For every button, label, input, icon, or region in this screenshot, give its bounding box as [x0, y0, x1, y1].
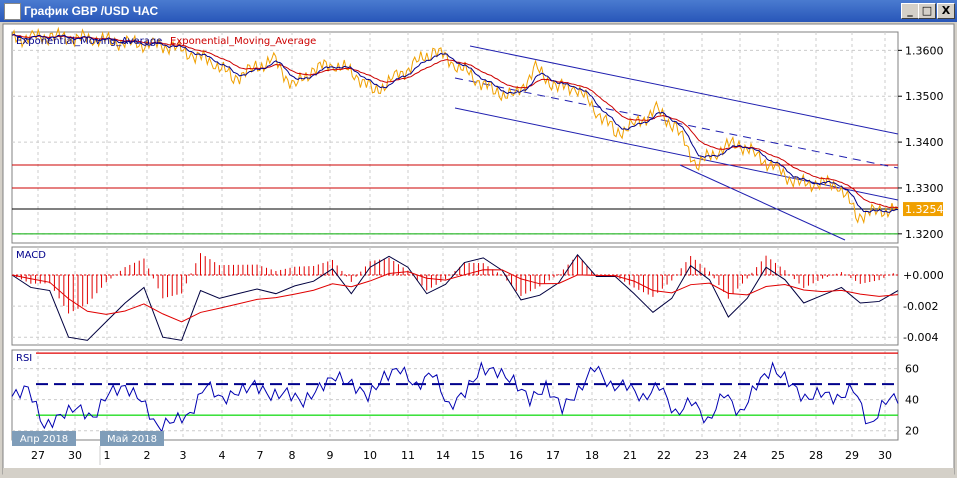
month-label: Апр 2018: [20, 434, 68, 445]
x-tick-label: 8: [289, 449, 296, 462]
price-tick-label: 1.3300: [905, 182, 944, 195]
x-tick-label: 11: [401, 449, 415, 462]
x-tick-label: 24: [733, 449, 747, 462]
price-tick-label: 1.3500: [905, 90, 944, 103]
month-label: Май 2018: [107, 434, 157, 445]
x-tick-label: 16: [509, 449, 523, 462]
x-tick-label: 15: [471, 449, 485, 462]
macd-label: MACD: [16, 250, 46, 261]
x-tick-label: 1: [104, 449, 111, 462]
x-tick-label: 22: [657, 449, 671, 462]
x-tick-label: 27: [31, 449, 45, 462]
panel-2: [11, 349, 899, 441]
x-tick-label: 2: [144, 449, 151, 462]
legend-ema-2: Exponential_Moving_Average: [170, 36, 316, 47]
legend-ema-1: Exponential_Moving_Average: [16, 36, 162, 47]
x-tick-label: 18: [585, 449, 599, 462]
x-tick-label: 29: [845, 449, 859, 462]
price-tick-label: 1.3400: [905, 136, 944, 149]
x-tick-label: 10: [363, 449, 377, 462]
x-tick-label: 17: [546, 449, 560, 462]
macd-tick-label: -0.002: [903, 300, 938, 313]
rsi-tick-label: 20: [905, 425, 919, 438]
x-tick-label: 7: [257, 449, 264, 462]
x-tick-label: 30: [878, 449, 892, 462]
panel-1: [11, 246, 899, 346]
current-price-label: 1.3254: [905, 203, 944, 216]
rsi-tick-label: 40: [905, 394, 919, 407]
rsi-label: RSI: [16, 353, 32, 364]
x-tick-label: 23: [695, 449, 709, 462]
macd-tick-label: +0.000: [903, 269, 944, 282]
price-tick-label: 1.3600: [905, 44, 944, 57]
scrollbar-track[interactable]: [3, 468, 954, 476]
x-tick-label: 4: [219, 449, 226, 462]
x-tick-label: 25: [771, 449, 785, 462]
x-tick-label: 30: [68, 449, 82, 462]
x-tick-label: 28: [809, 449, 823, 462]
panel-0: [11, 31, 899, 244]
x-tick-label: 9: [327, 449, 334, 462]
chart-canvas[interactable]: 27 30 1 2 3 4 7 8 9 10 11 14 15 16 17 18 21 22 23 24 25 28 29 3…: [0, 0, 957, 478]
x-tick-label: 14: [436, 449, 450, 462]
price-tick-label: 1.3200: [905, 228, 944, 241]
x-tick-label: 3: [180, 449, 187, 462]
x-tick-label: 21: [623, 449, 637, 462]
macd-tick-label: -0.004: [903, 331, 938, 344]
rsi-tick-label: 60: [905, 363, 919, 376]
